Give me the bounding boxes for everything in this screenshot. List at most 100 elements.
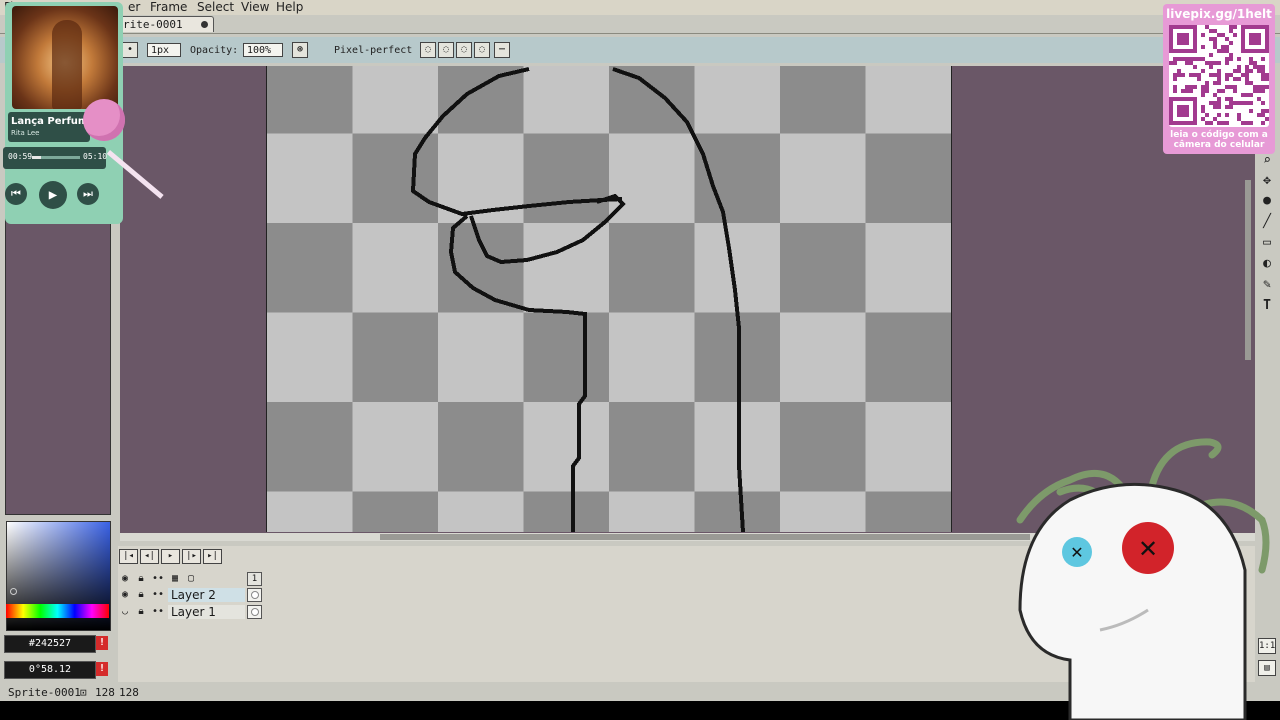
checker-cell xyxy=(523,491,610,532)
checker-cell xyxy=(523,133,610,224)
qr-module xyxy=(1213,45,1217,49)
fill-icon[interactable]: ● xyxy=(1258,192,1276,210)
opacity-label: Opacity: xyxy=(190,45,239,56)
qr-module xyxy=(1185,85,1189,89)
ink-settings-icon[interactable]: ⊛ xyxy=(292,42,308,58)
qr-module xyxy=(1205,85,1209,89)
menu-help[interactable]: Help xyxy=(276,0,303,14)
eye-icon[interactable]: ◉ xyxy=(118,588,132,602)
symmetry-button-2[interactable]: ◌ xyxy=(438,42,454,58)
qr-module xyxy=(1233,69,1237,73)
zoom-icon[interactable]: ⌕ xyxy=(1258,152,1276,170)
vertical-scroll-thumb[interactable] xyxy=(1245,180,1251,360)
qr-module xyxy=(1241,101,1245,105)
visibility-header-icon[interactable]: ◉ xyxy=(118,572,132,586)
qr-module xyxy=(1229,57,1233,61)
qr-module xyxy=(1201,69,1205,73)
cel-layer-2[interactable] xyxy=(247,588,262,602)
play-animation-icon[interactable]: ▸ xyxy=(161,549,180,564)
brush-type-button[interactable]: • xyxy=(122,42,138,58)
qr-module xyxy=(1245,69,1249,73)
move-icon[interactable]: ✥ xyxy=(1258,172,1276,190)
lock-header-icon[interactable]: 🔒︎ xyxy=(134,572,148,586)
qr-module xyxy=(1217,61,1221,65)
menu-layer[interactable]: er xyxy=(128,0,140,14)
qr-module xyxy=(1197,73,1201,77)
checker-cell xyxy=(352,491,439,532)
layer-name[interactable]: Layer 2 xyxy=(168,588,245,602)
layer-name[interactable]: Layer 1 xyxy=(168,605,245,619)
symmetry-button-4[interactable]: ◌ xyxy=(474,42,490,58)
qr-module xyxy=(1241,73,1245,77)
previous-frame-icon[interactable]: ◂| xyxy=(140,549,159,564)
qr-module xyxy=(1217,33,1221,37)
qr-module xyxy=(1245,93,1249,97)
qr-module xyxy=(1217,89,1221,93)
qr-module xyxy=(1177,57,1181,61)
last-frame-icon[interactable]: ▸| xyxy=(203,549,222,564)
lock-icon[interactable]: 🔒︎ xyxy=(134,605,148,619)
continuous-header-icon[interactable]: •• xyxy=(151,572,165,586)
pixel-perfect-label[interactable]: Pixel-perfect xyxy=(334,45,412,56)
symmetry-button-3[interactable]: ◌ xyxy=(456,42,472,58)
checker-cell xyxy=(352,312,439,403)
checker-cell xyxy=(267,312,353,403)
qr-module xyxy=(1217,113,1221,117)
sprite-canvas[interactable] xyxy=(266,66,952,532)
qr-module xyxy=(1261,113,1265,117)
color-picker-cursor[interactable] xyxy=(10,588,17,595)
time-elapsed: 00:59 xyxy=(8,152,33,161)
opacity-field[interactable]: 100% xyxy=(243,43,283,57)
menu-select[interactable]: Select xyxy=(197,0,234,14)
checker-cell xyxy=(609,312,695,403)
hex-color-field[interactable]: #242527 xyxy=(4,635,96,653)
qr-module xyxy=(1177,73,1181,77)
qr-module xyxy=(1249,69,1253,73)
status-width: 128 xyxy=(95,686,115,699)
cel-layer-1[interactable] xyxy=(247,605,262,619)
qr-code-image xyxy=(1169,25,1269,125)
hsv-color-field[interactable]: 0°58.12 xyxy=(4,661,96,679)
ellipse-icon[interactable]: ◐ xyxy=(1258,255,1276,273)
continuous-icon[interactable]: •• xyxy=(151,605,165,619)
qr-module xyxy=(1185,61,1189,65)
menu-frame[interactable]: Frame xyxy=(150,0,187,14)
first-frame-icon[interactable]: |◂ xyxy=(119,549,138,564)
eye-hidden-icon[interactable]: ◡ xyxy=(118,605,132,619)
qr-module xyxy=(1237,69,1241,73)
layer-group-icon[interactable]: ▦ xyxy=(168,572,182,586)
lock-icon[interactable]: 🔒︎ xyxy=(134,588,148,602)
qr-finder xyxy=(1177,105,1189,117)
next-frame-icon[interactable]: |▸ xyxy=(182,549,201,564)
symmetry-button-1[interactable]: ◌ xyxy=(420,42,436,58)
tab-sprite[interactable]: rite-0001 xyxy=(118,16,214,32)
rectangle-icon[interactable]: ▭ xyxy=(1258,234,1276,252)
qr-module xyxy=(1189,57,1193,61)
qr-module xyxy=(1249,57,1253,61)
checker-cell xyxy=(609,66,695,134)
checker-cell xyxy=(267,402,353,492)
qr-module xyxy=(1249,121,1253,125)
warning-icon: ! xyxy=(96,636,108,650)
play-icon[interactable]: ▶ xyxy=(39,181,67,209)
skip-previous-icon[interactable]: ⏮︎ xyxy=(5,183,27,205)
continuous-icon[interactable]: •• xyxy=(151,588,165,602)
skip-next-icon[interactable]: ⏭︎ xyxy=(77,183,99,205)
more-options-button[interactable]: ⋯ xyxy=(494,42,510,58)
eyedropper-icon[interactable]: ✎ xyxy=(1258,276,1276,294)
line-icon[interactable]: ╱ xyxy=(1258,213,1276,231)
qr-module xyxy=(1217,121,1221,125)
qr-module xyxy=(1173,61,1177,65)
horizontal-scroll-thumb[interactable] xyxy=(380,534,1030,540)
layer-settings-icon[interactable]: ▢ xyxy=(184,572,198,586)
frame-header[interactable]: 1 xyxy=(247,572,262,586)
qr-caption: leia o código com a câmera do celular xyxy=(1163,130,1275,150)
brush-size-field[interactable]: 1px xyxy=(147,43,181,57)
qr-finder xyxy=(1249,33,1261,45)
unsaved-dot-icon[interactable] xyxy=(201,21,208,28)
qr-module xyxy=(1225,113,1229,117)
menu-view[interactable]: View xyxy=(241,0,269,14)
qr-module xyxy=(1237,57,1241,61)
hue-slider[interactable] xyxy=(6,604,109,618)
text-icon[interactable]: T xyxy=(1258,297,1276,315)
